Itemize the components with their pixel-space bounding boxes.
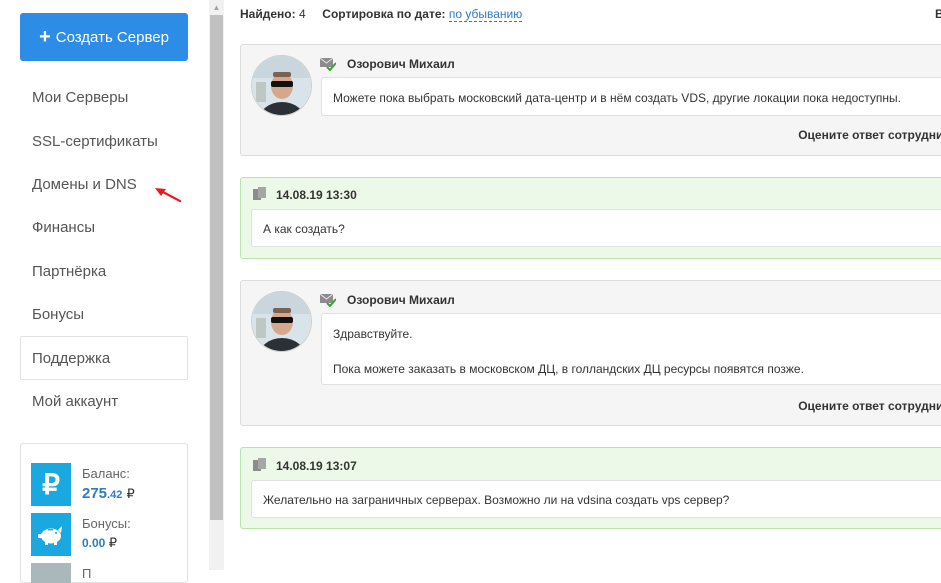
message-body: А как создать? [251,209,941,247]
balance-cents: .42 [107,489,123,501]
scrollbar-thumb[interactable] [210,15,223,520]
sidebar-item-bonuses[interactable]: Бонусы [20,293,188,336]
sidebar-item-finance[interactable]: Финансы [20,206,188,249]
message-text: Пока можете заказать в московском ДЦ, в … [333,362,804,376]
message-text: А как создать? [263,222,345,236]
ticket-thread: Найдено: 4 Сортировка по дате: по убыван… [224,0,941,570]
found-count: 4 [298,7,306,21]
balance-value: 275.42 ₽ [82,485,135,502]
message-text: Здравствуйте. [333,327,413,341]
sidebar-item-label: Бонусы [32,306,85,324]
bonus-row[interactable]: Бонусы: 0.00 ₽ [31,513,131,556]
create-server-label: Создать Сервер [55,28,169,46]
rate-employee-label[interactable]: Оцените ответ сотрудника: [798,399,941,413]
sidebar-item-support[interactable]: Поддержка [20,336,188,380]
rate-employee-label[interactable]: Оцените ответ сотрудника: [798,128,941,142]
avatar [251,291,312,352]
sidebar-item-ssl[interactable]: SSL-сертификаты [20,119,188,162]
client-message: 14.08.19 13:30 А как создать? [240,177,941,259]
sidebar-item-partners[interactable]: Партнёрка [20,250,188,293]
sidebar-item-label: SSL-сертификаты [32,132,158,150]
staff-message: Озорович Михаил Можете пока выбрать моск… [240,44,941,156]
avatar [251,55,312,116]
message-text: Можете пока выбрать московский дата-цент… [333,91,902,105]
sidebar-item-my-account[interactable]: Мой аккаунт [20,380,188,423]
message-author: Озорович Михаил [347,57,455,71]
balance-currency: ₽ [126,486,135,501]
message-text: Желательно на заграничных серверах. Возм… [263,493,730,507]
sort-label: Сортировка по дате: [322,7,446,21]
sidebar-item-my-servers[interactable]: Мои Серверы [20,76,188,119]
piggy-bank-icon [31,513,71,556]
bonus-label: Бонусы: [82,516,131,531]
client-message: 14.08.19 13:07 Желательно на заграничных… [240,447,941,529]
results-toolbar: Найдено: 4 Сортировка по дате: по убыван… [240,7,523,22]
toolbar-cut-text: В [935,7,941,21]
ruble-icon: ₽ [31,463,71,506]
sidebar-item-label: Домены и DNS [32,175,137,193]
sidebar-item-label: Партнёрка [32,262,107,280]
staff-message: Озорович Михаил Здравствуйте. Пока может… [240,280,941,426]
sidebar-nav: Мои Серверы SSL-сертификаты Домены и DNS… [20,76,188,423]
message-date: 14.08.19 13:07 [276,459,357,473]
bonus-amount: 0.00 [82,536,106,550]
plus-icon: + [39,26,51,48]
message-body: Здравствуйте. Пока можете заказать в мос… [321,313,941,385]
create-server-button[interactable]: + Создать Сервер [20,13,188,61]
partial-icon [31,563,71,583]
message-body: Желательно на заграничных серверах. Возм… [251,480,941,518]
documents-icon [253,458,266,471]
sidebar-item-label: Финансы [32,219,95,237]
balance-whole: 275 [82,485,108,502]
balance-row[interactable]: ₽ Баланс: 275.42 ₽ [31,463,135,506]
annotation-arrow [155,188,182,203]
mail-read-icon [320,293,336,307]
sidebar: + Создать Сервер Мои Серверы SSL-сертифи… [0,0,209,583]
balance-card: ₽ Баланс: 275.42 ₽ Бонусы: 0.00 ₽ П [20,443,188,583]
sidebar-item-label: Мой аккаунт [32,392,119,410]
sidebar-item-label: Поддержка [32,349,111,367]
bonus-value: 0.00 ₽ [82,535,131,551]
bonus-currency: ₽ [108,535,117,550]
sort-order-link[interactable]: по убыванию [448,7,523,22]
sidebar-item-label: Мои Серверы [32,89,129,107]
partial-row: П [31,563,91,583]
partial-label: П [82,566,92,581]
documents-icon [253,187,266,200]
mail-read-icon [320,57,336,71]
message-body: Можете пока выбрать московский дата-цент… [321,77,941,116]
sidebar-scrollbar[interactable]: ▲ [209,0,224,570]
message-date: 14.08.19 13:30 [276,188,357,202]
scroll-up-icon[interactable]: ▲ [209,0,224,15]
message-author: Озорович Михаил [347,293,455,307]
found-label: Найдено: [240,7,296,21]
balance-label: Баланс: [82,466,130,481]
